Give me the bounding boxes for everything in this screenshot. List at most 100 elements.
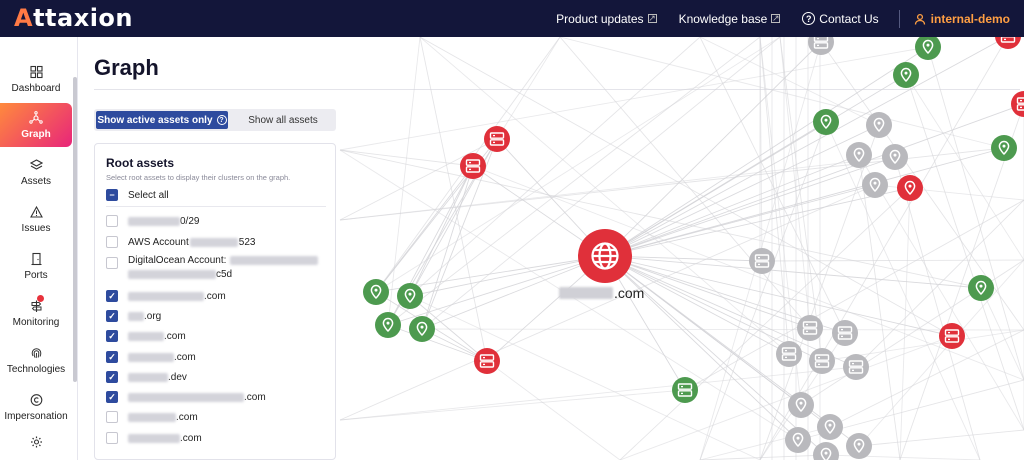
graph-edge: [604, 147, 1005, 257]
graph-edge: [858, 154, 1024, 431]
show-active-assets-button[interactable]: Show active assets only?: [96, 111, 228, 129]
asset-checkbox[interactable]: [106, 236, 118, 248]
select-all-row[interactable]: − Select all: [106, 188, 169, 202]
graph-edge: [855, 199, 1024, 368]
graph-edge: [496, 37, 561, 140]
asset-checkbox[interactable]: ✓: [106, 310, 118, 322]
sidebar-item-ports[interactable]: Ports: [0, 244, 72, 288]
server-node[interactable]: [995, 37, 1021, 49]
sidebar-item-dashboard[interactable]: Dashboard: [0, 57, 72, 101]
asset-checkbox[interactable]: ✓: [106, 371, 118, 383]
location-node[interactable]: [397, 283, 423, 309]
asset-checkbox[interactable]: [106, 257, 118, 269]
node-circle: [797, 315, 823, 341]
server-node[interactable]: [832, 320, 858, 346]
node-circle: [843, 354, 869, 380]
sidebar-item-settings[interactable]: [0, 429, 72, 459]
server-node[interactable]: [776, 341, 802, 367]
sidebar-item-issues[interactable]: Issues: [0, 197, 72, 241]
server-node[interactable]: [797, 315, 823, 341]
sidebar-item-monitoring[interactable]: Monitoring: [0, 291, 72, 335]
graph-edge: [604, 154, 860, 257]
graph-edge: [486, 360, 621, 460]
server-node[interactable]: [672, 377, 698, 403]
location-node[interactable]: [991, 135, 1017, 161]
list-item[interactable]: .com: [106, 410, 198, 424]
location-node[interactable]: [817, 414, 843, 440]
server-node[interactable]: [460, 153, 486, 179]
server-node[interactable]: [1011, 91, 1024, 117]
divider: [106, 206, 326, 207]
redacted-text: [559, 287, 613, 299]
server-node[interactable]: [808, 37, 834, 55]
sidebar-scrollbar[interactable]: [73, 77, 77, 382]
sidebar-item-technologies[interactable]: Technologies: [0, 338, 72, 382]
list-item[interactable]: 0/29: [106, 214, 199, 228]
location-node[interactable]: [882, 144, 908, 170]
asset-checkbox[interactable]: [106, 411, 118, 423]
node-circle: [846, 142, 872, 168]
server-node[interactable]: [809, 348, 835, 374]
contact-us-link[interactable]: ? Contact Us: [802, 12, 879, 26]
location-node[interactable]: [915, 37, 941, 60]
list-item[interactable]: ✓ .com: [106, 350, 196, 364]
server-node[interactable]: [939, 323, 965, 349]
node-circle: [749, 248, 775, 274]
select-all-checkbox[interactable]: −: [106, 189, 118, 201]
help-icon[interactable]: ?: [216, 115, 227, 125]
door-icon: [31, 252, 41, 265]
location-node[interactable]: [897, 175, 923, 201]
node-circle: [897, 175, 923, 201]
server-node[interactable]: [749, 248, 775, 274]
location-node[interactable]: [866, 112, 892, 138]
list-item[interactable]: ✓ .com: [106, 390, 266, 404]
location-node[interactable]: [862, 172, 888, 198]
node-circle: [968, 275, 994, 301]
node-circle: [409, 316, 435, 342]
asset-checkbox[interactable]: ✓: [106, 351, 118, 363]
list-item[interactable]: DigitalOcean Account: c5d: [106, 255, 319, 281]
user-menu[interactable]: internal-demo: [914, 12, 1010, 26]
attaxion-logo[interactable]: Attaxion: [14, 4, 133, 32]
graph-edge: [858, 429, 1024, 447]
central-domain-node[interactable]: [578, 229, 632, 283]
list-item[interactable]: AWS Account 523: [106, 235, 255, 249]
gear-icon: [30, 436, 42, 448]
list-item[interactable]: ✓ .com: [106, 289, 226, 303]
location-node[interactable]: [846, 433, 872, 459]
server-node[interactable]: [474, 348, 500, 374]
location-node[interactable]: [813, 442, 839, 460]
sidebar-item-impersonation[interactable]: Impersonation: [0, 385, 72, 429]
asset-checkbox[interactable]: ✓: [106, 290, 118, 302]
sidebar-item-graph[interactable]: Graph: [0, 103, 72, 147]
graph-edge: [409, 37, 701, 297]
asset-graph-canvas[interactable]: .com: [336, 37, 1024, 460]
location-node[interactable]: [788, 392, 814, 418]
location-node[interactable]: [363, 279, 389, 305]
asset-checkbox[interactable]: ✓: [106, 391, 118, 403]
asset-checkbox[interactable]: [106, 432, 118, 444]
location-node[interactable]: [375, 312, 401, 338]
server-node[interactable]: [843, 354, 869, 380]
list-item[interactable]: ✓ .dev: [106, 370, 187, 384]
location-node[interactable]: [893, 62, 919, 88]
location-node[interactable]: [968, 275, 994, 301]
list-item[interactable]: ✓ .com: [106, 329, 186, 343]
knowledge-base-link[interactable]: Knowledge base ↗: [679, 12, 781, 26]
root-assets-title: Root assets: [106, 156, 175, 170]
show-all-assets-button[interactable]: Show all assets: [232, 111, 334, 129]
sidebar-item-assets[interactable]: Assets: [0, 150, 72, 194]
redacted-text: [230, 256, 319, 265]
location-node[interactable]: [785, 427, 811, 453]
location-node[interactable]: [846, 142, 872, 168]
asset-checkbox[interactable]: ✓: [106, 330, 118, 342]
warning-icon: [29, 205, 43, 218]
graph-edge: [905, 74, 1024, 261]
location-node[interactable]: [813, 109, 839, 135]
list-item[interactable]: .com: [106, 431, 202, 445]
location-node[interactable]: [409, 316, 435, 342]
list-item[interactable]: ✓ .org: [106, 309, 161, 323]
server-node[interactable]: [484, 126, 510, 152]
asset-checkbox[interactable]: [106, 215, 118, 227]
product-updates-link[interactable]: Product updates ↗: [556, 12, 657, 26]
